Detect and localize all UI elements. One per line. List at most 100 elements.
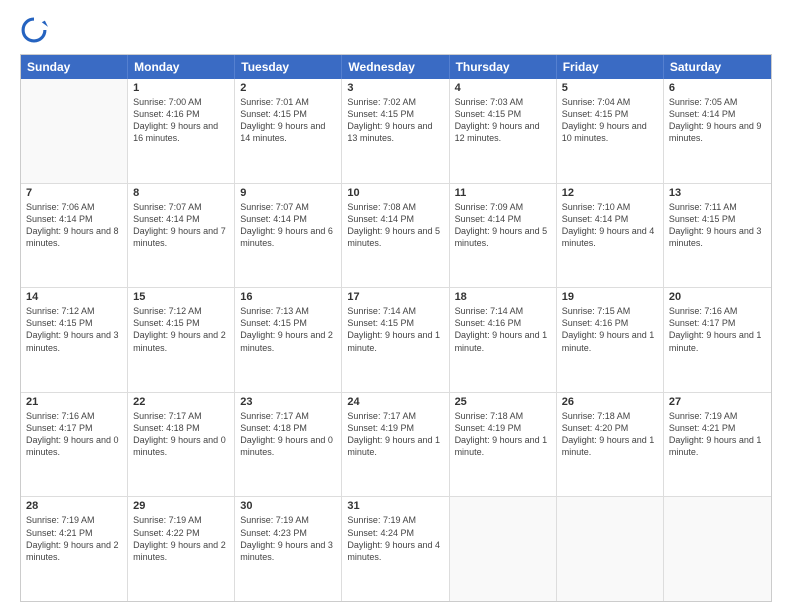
day-cell-20: 20 Sunrise: 7:16 AM Sunset: 4:17 PM Dayli… (664, 288, 771, 392)
day-info: Sunrise: 7:07 AM Sunset: 4:14 PM Dayligh… (240, 201, 336, 250)
day-number: 11 (455, 187, 551, 199)
day-info: Sunrise: 7:09 AM Sunset: 4:14 PM Dayligh… (455, 201, 551, 250)
day-info: Sunrise: 7:13 AM Sunset: 4:15 PM Dayligh… (240, 305, 336, 354)
header (20, 16, 772, 44)
calendar-week-4: 21Sunrise: 7:16 AM Sunset: 4:17 PM Dayli… (21, 393, 771, 498)
day-cell-2: 2Sunrise: 7:01 AM Sunset: 4:15 PM Daylig… (235, 79, 342, 183)
day-cell-6: 6Sunrise: 7:05 AM Sunset: 4:14 PM Daylig… (664, 79, 771, 183)
day-info: Sunrise: 7:17 AM Sunset: 4:18 PM Dayligh… (240, 410, 336, 459)
day-info: Sunrise: 7:19 AM Sunset: 4:23 PM Dayligh… (240, 514, 336, 563)
day-number: 3 (347, 82, 443, 94)
day-cell-31: 31 Sunrise: 7:19 AM Sunset: 4:24 PM Dayli… (342, 497, 449, 601)
day-cell-29: 29 Sunrise: 7:19 AM Sunset: 4:22 PM Dayli… (128, 497, 235, 601)
day-number: 26 (562, 396, 658, 408)
day-number: 31 (347, 500, 443, 512)
day-cell-14: 14Sunrise: 7:12 AM Sunset: 4:15 PM Dayli… (21, 288, 128, 392)
day-header-thursday: Thursday (450, 55, 557, 79)
day-info: Sunrise: 7:00 AM Sunset: 4:16 PM Dayligh… (133, 96, 229, 145)
day-header-sunday: Sunday (21, 55, 128, 79)
day-info: Sunrise: 7:19 AM Sunset: 4:21 PM Dayligh… (26, 514, 122, 563)
day-cell-24: 24Sunrise: 7:17 AM Sunset: 4:19 PM Dayli… (342, 393, 449, 497)
day-cell-25: 25 Sunrise: 7:18 AM Sunset: 4:19 PM Dayli… (450, 393, 557, 497)
day-cell-26: 26 Sunrise: 7:18 AM Sunset: 4:20 PM Dayli… (557, 393, 664, 497)
logo (20, 16, 52, 44)
day-info: Sunrise: 7:06 AM Sunset: 4:14 PM Dayligh… (26, 201, 122, 250)
empty-cell (664, 497, 771, 601)
day-cell-15: 15 Sunrise: 7:12 AM Sunset: 4:15 PM Dayli… (128, 288, 235, 392)
day-cell-11: 11 Sunrise: 7:09 AM Sunset: 4:14 PM Dayli… (450, 184, 557, 288)
day-info: Sunrise: 7:04 AM Sunset: 4:15 PM Dayligh… (562, 96, 658, 145)
day-info: Sunrise: 7:16 AM Sunset: 4:17 PM Dayligh… (26, 410, 122, 459)
day-info: Sunrise: 7:03 AM Sunset: 4:15 PM Dayligh… (455, 96, 551, 145)
day-number: 30 (240, 500, 336, 512)
day-cell-21: 21Sunrise: 7:16 AM Sunset: 4:17 PM Dayli… (21, 393, 128, 497)
day-info: Sunrise: 7:11 AM Sunset: 4:15 PM Dayligh… (669, 201, 766, 250)
day-info: Sunrise: 7:17 AM Sunset: 4:18 PM Dayligh… (133, 410, 229, 459)
day-cell-13: 13Sunrise: 7:11 AM Sunset: 4:15 PM Dayli… (664, 184, 771, 288)
calendar: SundayMondayTuesdayWednesdayThursdayFrid… (20, 54, 772, 602)
day-number: 4 (455, 82, 551, 94)
day-info: Sunrise: 7:19 AM Sunset: 4:24 PM Dayligh… (347, 514, 443, 563)
day-cell-4: 4 Sunrise: 7:03 AM Sunset: 4:15 PM Daylig… (450, 79, 557, 183)
day-cell-12: 12 Sunrise: 7:10 AM Sunset: 4:14 PM Dayli… (557, 184, 664, 288)
day-number: 14 (26, 291, 122, 303)
day-number: 17 (347, 291, 443, 303)
day-info: Sunrise: 7:08 AM Sunset: 4:14 PM Dayligh… (347, 201, 443, 250)
day-number: 27 (669, 396, 766, 408)
day-header-saturday: Saturday (664, 55, 771, 79)
day-number: 19 (562, 291, 658, 303)
day-cell-28: 28 Sunrise: 7:19 AM Sunset: 4:21 PM Dayli… (21, 497, 128, 601)
day-info: Sunrise: 7:07 AM Sunset: 4:14 PM Dayligh… (133, 201, 229, 250)
day-number: 10 (347, 187, 443, 199)
calendar-week-2: 7 Sunrise: 7:06 AM Sunset: 4:14 PM Daylig… (21, 184, 771, 289)
day-number: 24 (347, 396, 443, 408)
day-number: 28 (26, 500, 122, 512)
day-header-friday: Friday (557, 55, 664, 79)
day-info: Sunrise: 7:15 AM Sunset: 4:16 PM Dayligh… (562, 305, 658, 354)
calendar-body: 1 Sunrise: 7:00 AM Sunset: 4:16 PM Daylig… (21, 79, 771, 601)
day-cell-27: 27 Sunrise: 7:19 AM Sunset: 4:21 PM Dayli… (664, 393, 771, 497)
day-info: Sunrise: 7:02 AM Sunset: 4:15 PM Dayligh… (347, 96, 443, 145)
day-number: 5 (562, 82, 658, 94)
day-info: Sunrise: 7:19 AM Sunset: 4:22 PM Dayligh… (133, 514, 229, 563)
day-cell-17: 17 Sunrise: 7:14 AM Sunset: 4:15 PM Dayli… (342, 288, 449, 392)
day-header-monday: Monday (128, 55, 235, 79)
day-info: Sunrise: 7:19 AM Sunset: 4:21 PM Dayligh… (669, 410, 766, 459)
day-cell-18: 18Sunrise: 7:14 AM Sunset: 4:16 PM Dayli… (450, 288, 557, 392)
day-number: 29 (133, 500, 229, 512)
day-info: Sunrise: 7:14 AM Sunset: 4:15 PM Dayligh… (347, 305, 443, 354)
logo-icon (20, 16, 48, 44)
day-cell-19: 19 Sunrise: 7:15 AM Sunset: 4:16 PM Dayli… (557, 288, 664, 392)
day-info: Sunrise: 7:18 AM Sunset: 4:19 PM Dayligh… (455, 410, 551, 459)
day-number: 15 (133, 291, 229, 303)
day-number: 20 (669, 291, 766, 303)
day-info: Sunrise: 7:16 AM Sunset: 4:17 PM Dayligh… (669, 305, 766, 354)
empty-cell (557, 497, 664, 601)
day-cell-5: 5 Sunrise: 7:04 AM Sunset: 4:15 PM Daylig… (557, 79, 664, 183)
day-cell-16: 16 Sunrise: 7:13 AM Sunset: 4:15 PM Dayli… (235, 288, 342, 392)
day-cell-9: 9Sunrise: 7:07 AM Sunset: 4:14 PM Daylig… (235, 184, 342, 288)
day-cell-10: 10 Sunrise: 7:08 AM Sunset: 4:14 PM Dayli… (342, 184, 449, 288)
day-cell-1: 1 Sunrise: 7:00 AM Sunset: 4:16 PM Daylig… (128, 79, 235, 183)
day-cell-8: 8 Sunrise: 7:07 AM Sunset: 4:14 PM Daylig… (128, 184, 235, 288)
day-info: Sunrise: 7:14 AM Sunset: 4:16 PM Dayligh… (455, 305, 551, 354)
day-header-wednesday: Wednesday (342, 55, 449, 79)
day-cell-3: 3 Sunrise: 7:02 AM Sunset: 4:15 PM Daylig… (342, 79, 449, 183)
day-number: 25 (455, 396, 551, 408)
day-number: 22 (133, 396, 229, 408)
day-number: 16 (240, 291, 336, 303)
day-number: 1 (133, 82, 229, 94)
day-number: 12 (562, 187, 658, 199)
day-cell-23: 23 Sunrise: 7:17 AM Sunset: 4:18 PM Dayli… (235, 393, 342, 497)
day-cell-7: 7 Sunrise: 7:06 AM Sunset: 4:14 PM Daylig… (21, 184, 128, 288)
day-number: 8 (133, 187, 229, 199)
page: SundayMondayTuesdayWednesdayThursdayFrid… (0, 0, 792, 612)
day-info: Sunrise: 7:10 AM Sunset: 4:14 PM Dayligh… (562, 201, 658, 250)
day-info: Sunrise: 7:18 AM Sunset: 4:20 PM Dayligh… (562, 410, 658, 459)
calendar-week-5: 28 Sunrise: 7:19 AM Sunset: 4:21 PM Dayli… (21, 497, 771, 601)
day-number: 23 (240, 396, 336, 408)
day-info: Sunrise: 7:12 AM Sunset: 4:15 PM Dayligh… (133, 305, 229, 354)
empty-cell (450, 497, 557, 601)
day-number: 2 (240, 82, 336, 94)
day-number: 7 (26, 187, 122, 199)
